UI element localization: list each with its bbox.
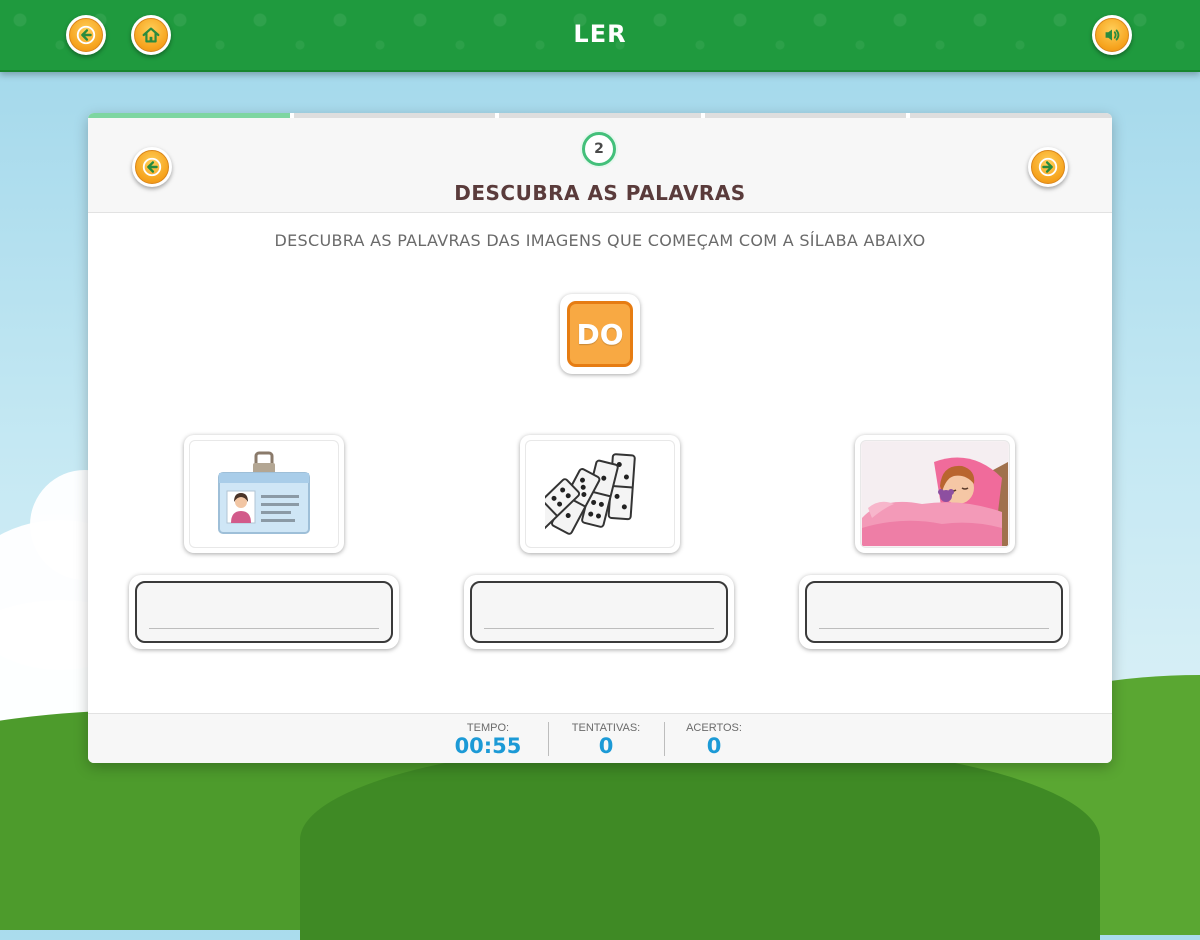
hits-label: ACERTOS: xyxy=(686,722,742,734)
step-badge: 2 xyxy=(582,132,616,166)
app-title: LER xyxy=(573,20,627,48)
divider xyxy=(664,722,665,756)
divider xyxy=(548,722,549,756)
next-activity-button[interactable] xyxy=(1028,147,1068,187)
syllable-text: DO xyxy=(567,301,633,367)
picture-card xyxy=(855,435,1015,553)
answer-input-2[interactable] xyxy=(470,581,728,643)
attempts-value: 0 xyxy=(598,734,614,758)
stats-footer: TEMPO: 00:55 TENTATIVAS: 0 ACERTOS: 0 xyxy=(88,713,1112,763)
dominoes-image xyxy=(545,453,636,539)
answer-input-3[interactable] xyxy=(805,581,1063,643)
hits-stat: ACERTOS: 0 xyxy=(676,722,752,758)
activity-title: DESCUBRA AS PALAVRAS xyxy=(454,181,746,205)
id-badge-image xyxy=(218,451,310,534)
sound-button[interactable] xyxy=(1092,15,1132,55)
activity-card: 2 DESCUBRA AS PALAVRAS DESCUBRA AS PALAV… xyxy=(88,113,1112,763)
picture-card xyxy=(184,435,344,553)
answer-box xyxy=(129,575,399,649)
answer-input-1[interactable] xyxy=(135,581,393,643)
arrow-right-icon xyxy=(1038,157,1058,177)
card-header: 2 DESCUBRA AS PALAVRAS xyxy=(88,118,1112,213)
time-stat: TEMPO: 00:55 xyxy=(446,722,530,758)
attempts-label: TENTATIVAS: xyxy=(571,722,641,734)
instructions-text: DESCUBRA AS PALAVRAS DAS IMAGENS QUE COM… xyxy=(274,231,926,250)
hits-value: 0 xyxy=(706,734,722,758)
answer-box xyxy=(464,575,734,649)
sleeping-girl-image xyxy=(862,442,1008,546)
answer-box xyxy=(799,575,1069,649)
picture-card xyxy=(520,435,680,553)
top-bar: LER xyxy=(0,0,1200,72)
time-label: TEMPO: xyxy=(466,722,510,734)
arrow-left-icon xyxy=(142,157,162,177)
attempts-stat: TENTATIVAS: 0 xyxy=(560,722,652,758)
time-value: 00:55 xyxy=(454,734,522,758)
speaker-icon xyxy=(1105,29,1120,41)
syllable-tile: DO xyxy=(560,294,640,374)
